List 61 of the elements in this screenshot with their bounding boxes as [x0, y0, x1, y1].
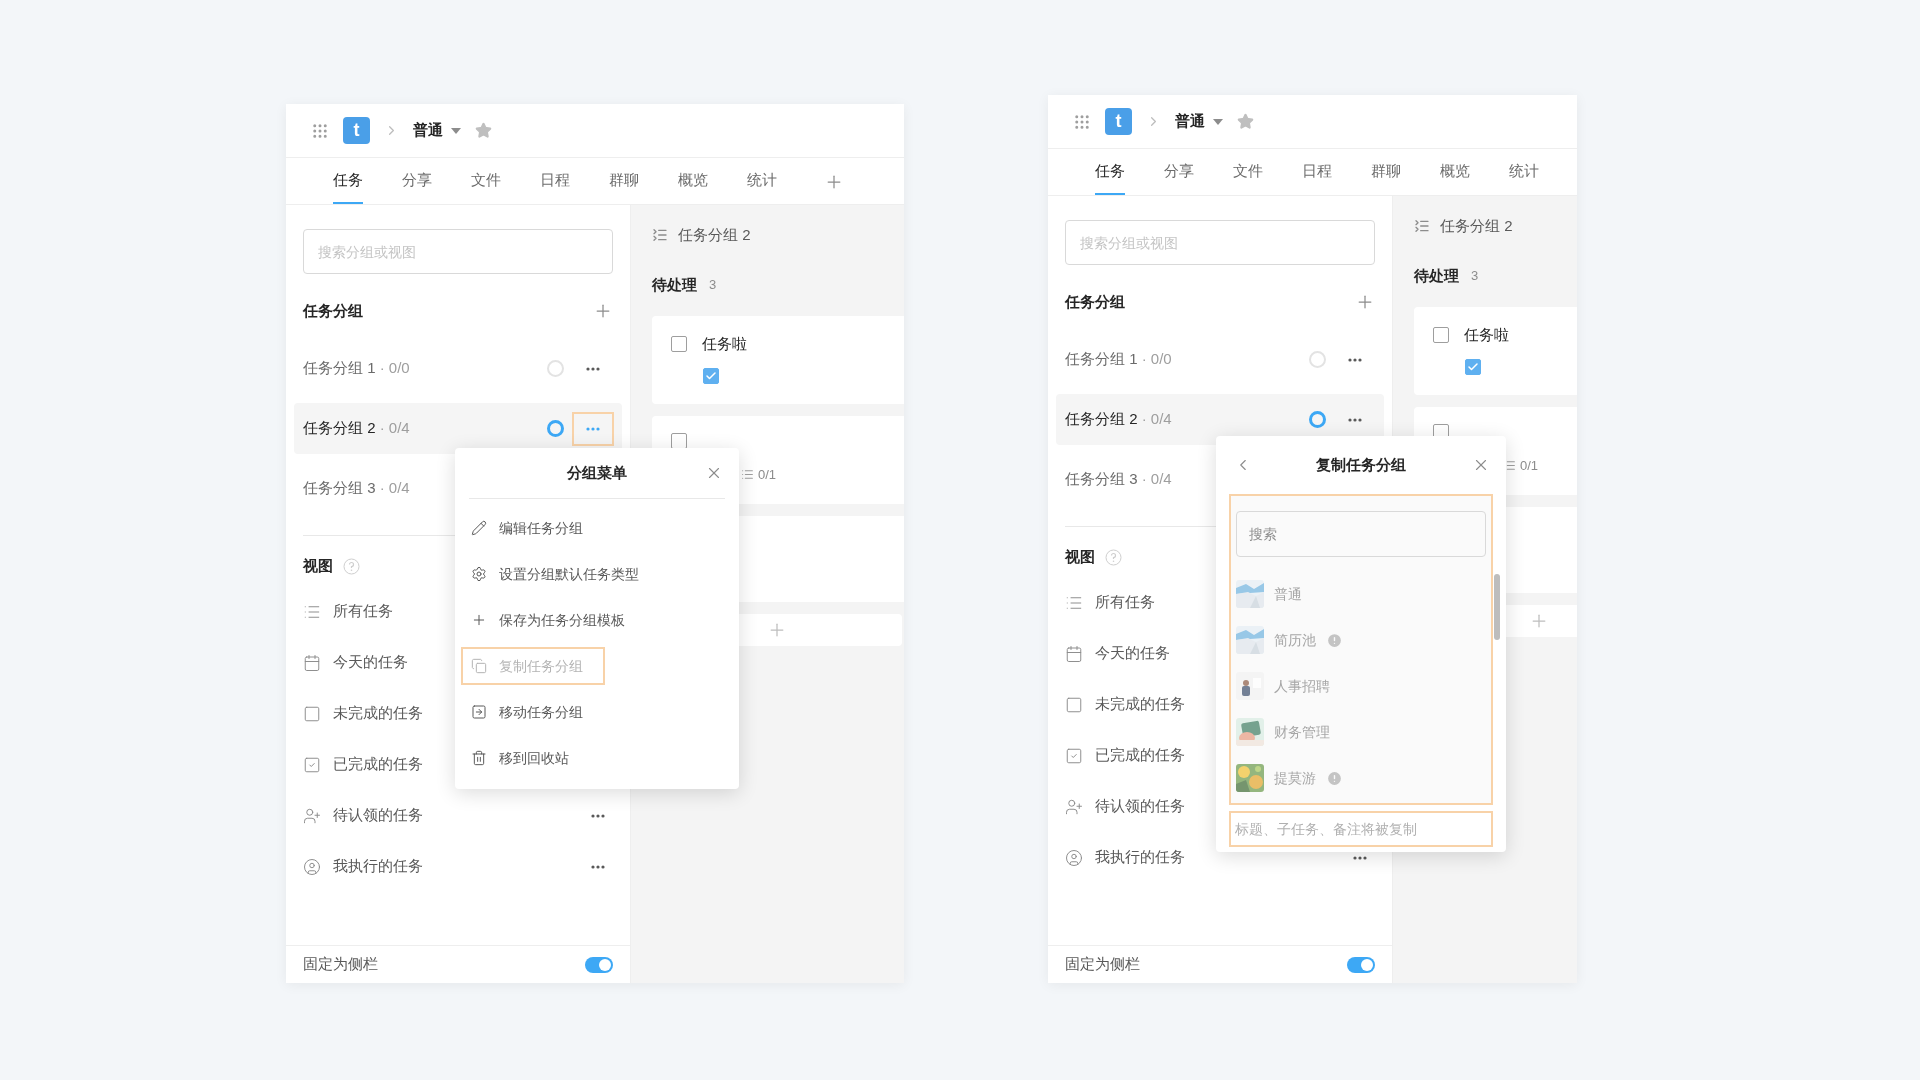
menu-item[interactable]: 编辑任务分组 — [461, 509, 605, 547]
column-title: 待处理 — [652, 274, 697, 295]
view-item[interactable]: 我执行的任务 — [1095, 846, 1185, 869]
view-item[interactable]: 所有任务 — [333, 600, 393, 623]
menu-item[interactable]: 移到回收站 — [461, 739, 591, 777]
view-item[interactable]: 已完成的任务 — [1095, 744, 1185, 767]
task-title: 任务啦 — [702, 334, 747, 354]
section-title: 任务分组 — [1065, 291, 1125, 312]
project-switcher[interactable]: 普通 — [413, 119, 461, 142]
search-field[interactable]: 搜索分组或视图 — [1065, 220, 1375, 265]
task-title: 任务啦 — [1464, 325, 1509, 345]
menu-item[interactable]: 移动任务分组 — [461, 693, 605, 731]
menu-item[interactable]: 设置分组默认任务类型 — [461, 555, 661, 593]
task-card[interactable]: 任务啦 — [1414, 307, 1577, 395]
view-item[interactable]: 待认领的任务 — [333, 804, 423, 827]
search-field[interactable]: 搜索 — [1236, 511, 1486, 557]
tab[interactable]: 群聊 — [609, 159, 639, 204]
view-item[interactable]: 我执行的任务 — [333, 855, 423, 878]
tab[interactable]: 日程 — [1302, 150, 1332, 195]
pin-label: 固定为侧栏 — [1065, 954, 1140, 975]
group-row[interactable]: 任务分组 2 · 0/4 — [1056, 394, 1384, 445]
section-title: 视图 — [303, 555, 333, 576]
group-row[interactable]: 任务分组 1 · 0/0 — [294, 343, 622, 394]
search-field[interactable]: 搜索分组或视图 — [303, 229, 613, 274]
column-count: 3 — [1471, 267, 1479, 286]
tab[interactable]: 分享 — [1164, 150, 1194, 195]
tab[interactable]: 统计 — [1509, 150, 1539, 195]
menu-title: 分组菜单 — [567, 462, 627, 483]
group-row[interactable]: 任务分组 1 · 0/0 — [1056, 334, 1384, 385]
group-row[interactable]: 任务分组 2 · 0/4 — [294, 403, 622, 454]
tab[interactable]: 任务 — [333, 159, 363, 204]
tab[interactable]: 群聊 — [1371, 150, 1401, 195]
section-title: 视图 — [1065, 546, 1095, 567]
pin-label: 固定为侧栏 — [303, 954, 378, 975]
project-switcher[interactable]: 普通 — [1175, 110, 1223, 133]
tab[interactable]: 文件 — [471, 159, 501, 204]
tab[interactable]: 概览 — [678, 159, 708, 204]
column-count: 3 — [709, 276, 717, 295]
subtask-count: 0/1 — [1520, 457, 1539, 475]
board-title: 任务分组 2 — [678, 224, 751, 245]
view-item[interactable]: 未完成的任务 — [1095, 693, 1185, 716]
dialog-title: 复制任务分组 — [1316, 454, 1406, 475]
view-item[interactable]: 所有任务 — [1095, 591, 1155, 614]
view-item[interactable]: 待认领的任务 — [1095, 795, 1185, 818]
copy-hint: 标题、子任务、备注将被复制 — [1229, 811, 1493, 847]
column-title: 待处理 — [1414, 265, 1459, 286]
task-card[interactable]: 任务啦 — [652, 316, 904, 404]
tab[interactable]: 日程 — [540, 159, 570, 204]
view-item[interactable]: 今天的任务 — [333, 651, 408, 674]
board-title: 任务分组 2 — [1440, 215, 1513, 236]
section-title: 任务分组 — [303, 300, 363, 321]
tab[interactable]: 分享 — [402, 159, 432, 204]
tab[interactable]: 任务 — [1095, 150, 1125, 195]
tab[interactable]: 概览 — [1440, 150, 1470, 195]
view-item[interactable]: 今天的任务 — [1095, 642, 1170, 665]
tab[interactable]: 统计 — [747, 159, 777, 204]
tab[interactable]: 文件 — [1233, 150, 1263, 195]
view-item[interactable]: 未完成的任务 — [333, 702, 423, 725]
menu-item[interactable]: 保存为任务分组模板 — [461, 601, 647, 639]
view-item[interactable]: 已完成的任务 — [333, 753, 423, 776]
subtask-count: 0/1 — [758, 466, 777, 484]
